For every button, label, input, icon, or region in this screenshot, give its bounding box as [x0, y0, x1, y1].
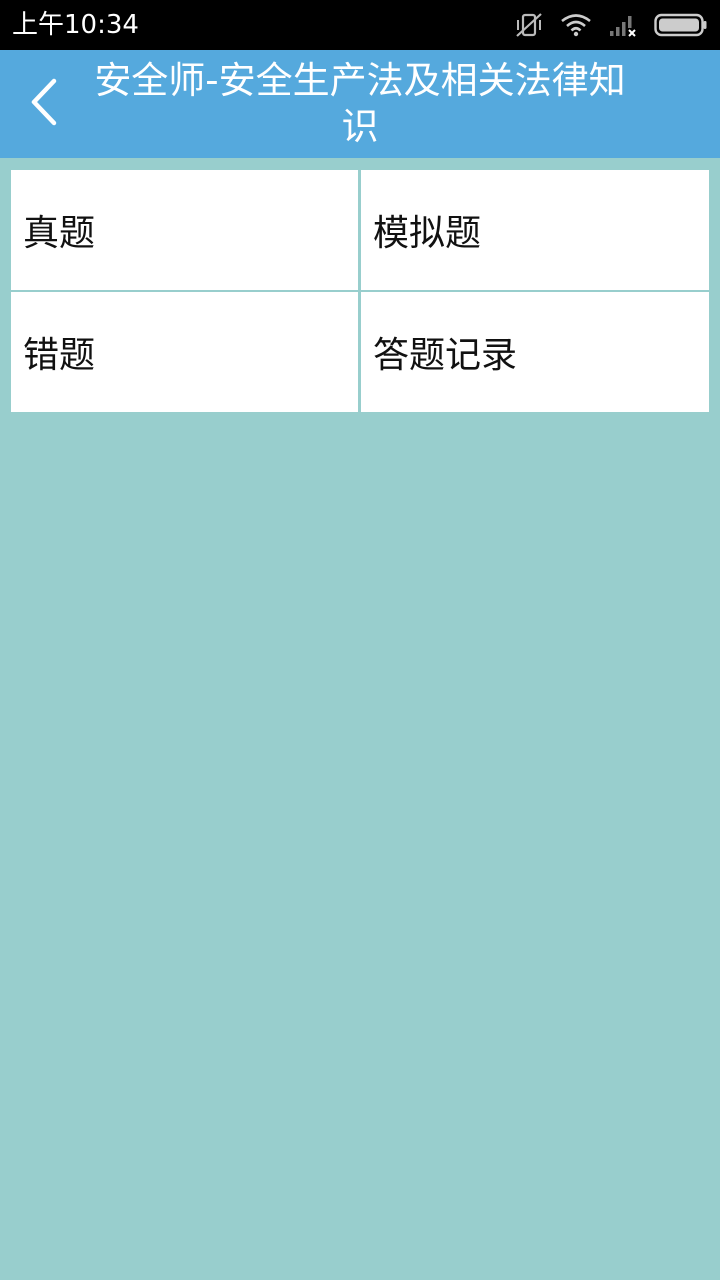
status-bar: 上午10:34 — [0, 0, 720, 50]
status-icons — [514, 10, 708, 40]
menu-item-label: 真题 — [23, 213, 96, 254]
menu-item-real-questions[interactable]: 真题 — [11, 170, 358, 290]
chevron-left-icon — [28, 77, 60, 131]
back-button[interactable] — [18, 74, 70, 134]
app-header: 安全师-安全生产法及相关法律知识 — [0, 50, 720, 158]
battery-icon — [654, 13, 708, 37]
menu-item-label: 模拟题 — [373, 213, 482, 254]
menu-item-mock-questions[interactable]: 模拟题 — [361, 170, 709, 290]
menu-item-wrong-questions[interactable]: 错题 — [11, 292, 358, 412]
page-title: 安全师-安全生产法及相关法律知识 — [94, 59, 626, 148]
menu-item-label: 错题 — [23, 335, 96, 376]
signal-no-sim-icon — [608, 13, 638, 37]
vibrate-off-icon — [514, 12, 544, 38]
wifi-icon — [560, 13, 592, 37]
menu-item-label: 答题记录 — [373, 335, 518, 376]
status-time: 上午10:34 — [12, 10, 139, 40]
menu-grid: 真题 模拟题 错题 答题记录 — [11, 170, 709, 412]
menu-item-answer-records[interactable]: 答题记录 — [361, 292, 709, 412]
